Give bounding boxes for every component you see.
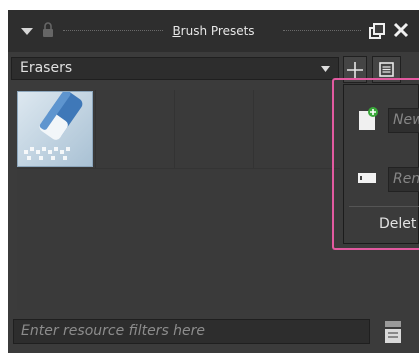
preset-selector-value: Erasers bbox=[20, 60, 73, 76]
float-window-icon[interactable] bbox=[368, 22, 386, 40]
title-mnemonic: B bbox=[172, 24, 181, 38]
grid-divider bbox=[174, 90, 175, 168]
panel-titlebar[interactable]: Brush Presets bbox=[8, 10, 419, 52]
filter-menu-icon[interactable] bbox=[382, 319, 404, 345]
title-rest: rush Presets bbox=[180, 24, 255, 38]
close-icon[interactable] bbox=[392, 21, 410, 39]
eraser-icon bbox=[18, 92, 92, 166]
chevron-down-icon bbox=[321, 66, 330, 72]
panel-title: Brush Presets bbox=[8, 24, 419, 38]
highlight-annotation bbox=[332, 78, 419, 250]
grid-divider bbox=[253, 90, 254, 168]
resource-filter-input[interactable]: Enter resource filters here bbox=[13, 319, 370, 344]
grid-divider bbox=[17, 168, 340, 169]
preset-item-eraser[interactable] bbox=[17, 91, 93, 167]
preset-selector[interactable]: Erasers bbox=[11, 57, 339, 80]
grid-divider bbox=[95, 90, 96, 168]
